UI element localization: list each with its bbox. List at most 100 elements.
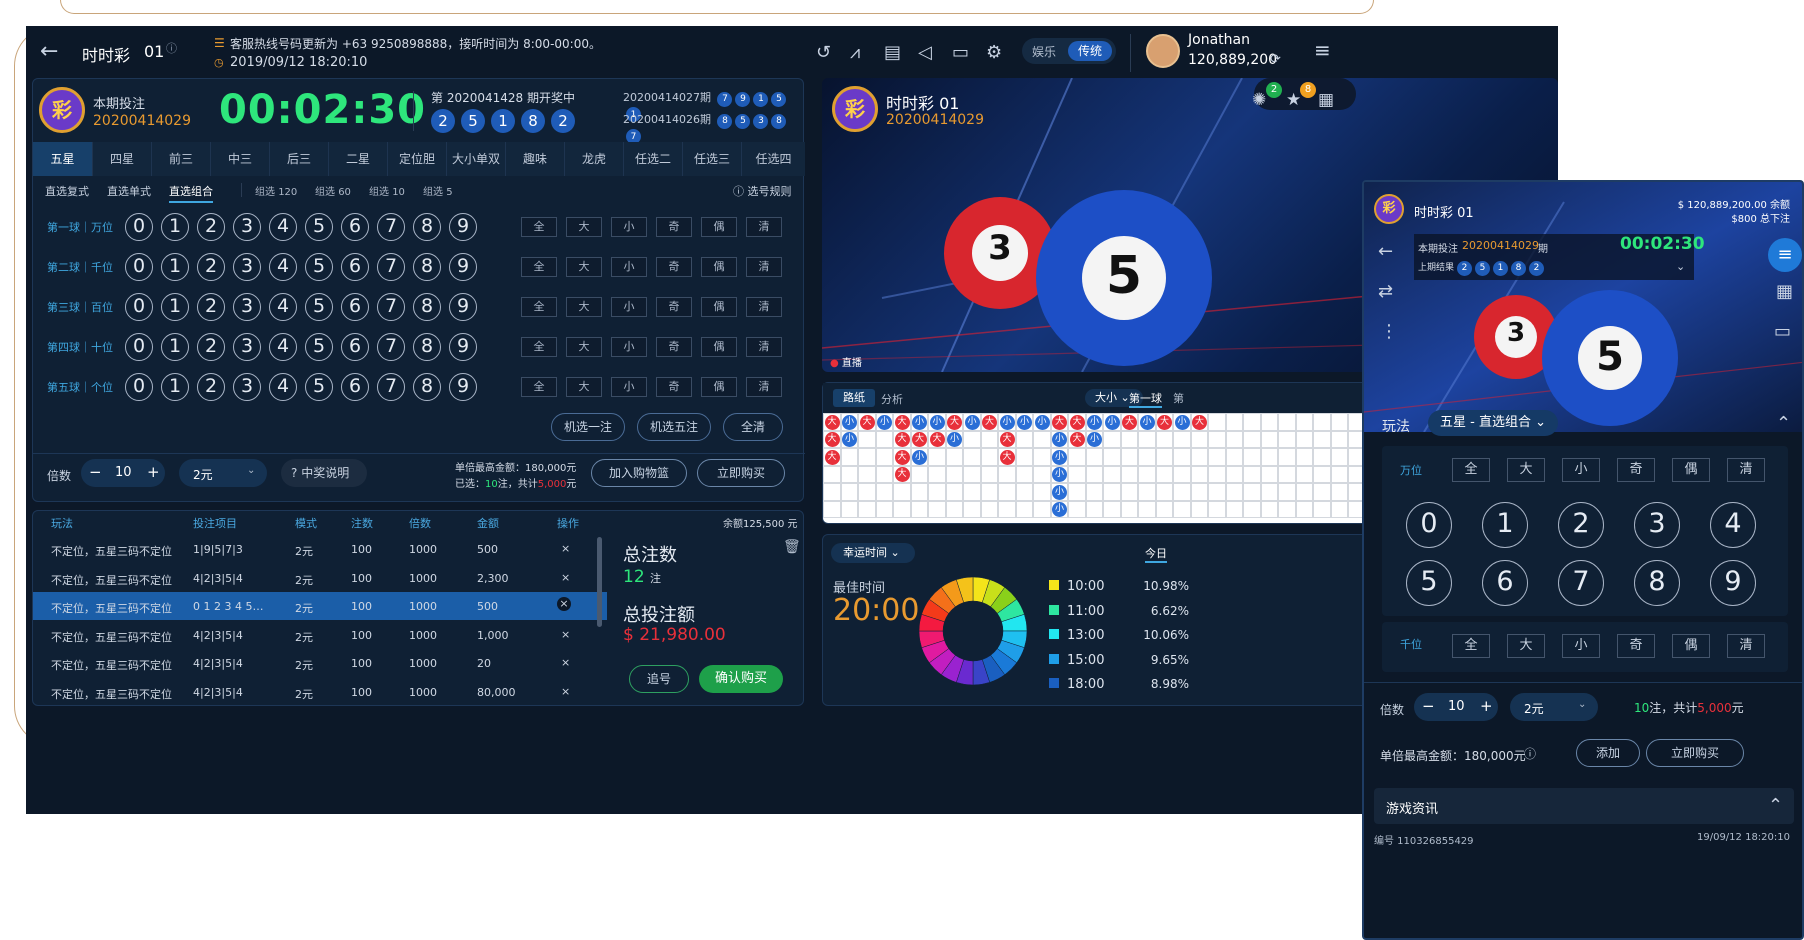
quick-select-button[interactable]: 全 — [521, 377, 557, 397]
quick-select-button[interactable]: 大 — [566, 257, 602, 277]
plus-button[interactable]: + — [147, 463, 160, 481]
add-cart-button[interactable]: 加入购物篮 — [591, 459, 687, 487]
number-ball[interactable]: 7 — [377, 373, 405, 401]
mobile-swap-icon[interactable]: ⇄ — [1378, 282, 1393, 302]
number-ball[interactable]: 0 — [125, 293, 153, 321]
table-scrollbar[interactable] — [597, 537, 602, 627]
mobile-number-ball[interactable]: 2 — [1558, 502, 1604, 548]
mobile-quick-button[interactable]: 小 — [1562, 458, 1600, 482]
number-ball[interactable]: 9 — [449, 293, 477, 321]
delete-row-icon[interactable]: × — [561, 656, 570, 669]
mobile-more-icon[interactable]: ⋮ — [1380, 322, 1398, 342]
delete-row-icon[interactable]: × — [561, 685, 570, 698]
mobile-add-button[interactable]: 添加 — [1576, 739, 1640, 767]
menu-icon[interactable]: ≡ — [1314, 40, 1331, 60]
rules-link[interactable]: ⓘ 选号规则 — [733, 183, 792, 199]
mobile-multiplier-input[interactable]: 10 — [1448, 699, 1465, 714]
roadmap-ball-tab[interactable]: 第一球 — [1129, 390, 1162, 408]
number-ball[interactable]: 5 — [305, 373, 333, 401]
mobile-number-ball[interactable]: 7 — [1558, 560, 1604, 606]
random-five-button[interactable]: 机选五注 — [637, 413, 711, 441]
number-ball[interactable]: 6 — [341, 253, 369, 281]
random-one-button[interactable]: 机选一注 — [551, 413, 625, 441]
lucky-time-select[interactable]: 幸运时间 ⌄ — [831, 543, 915, 563]
mobile-info-bar[interactable]: 游戏资讯 ⌃ — [1374, 788, 1794, 824]
table-row[interactable]: 不定位，五星三码不定位 0 1 2 3 4 5… 2元 100 1000 500 × — [33, 592, 607, 621]
delete-row-icon[interactable]: × — [557, 597, 571, 612]
number-ball[interactable]: 9 — [449, 213, 477, 241]
tab-five-star[interactable]: 五星 — [33, 142, 93, 176]
quick-select-button[interactable]: 奇 — [656, 337, 692, 357]
number-ball[interactable]: 6 — [341, 293, 369, 321]
number-ball[interactable]: 1 — [161, 293, 189, 321]
roadmap-ball-tab[interactable]: 第 — [1173, 390, 1184, 406]
mobile-quick-button[interactable]: 清 — [1727, 634, 1765, 658]
quick-select-button[interactable]: 小 — [611, 257, 647, 277]
quick-select-button[interactable]: 清 — [746, 297, 782, 317]
number-ball[interactable]: 7 — [377, 213, 405, 241]
number-ball[interactable]: 2 — [197, 213, 225, 241]
subtab-combo[interactable]: 直选组合 — [169, 183, 213, 203]
delete-row-icon[interactable]: × — [561, 571, 570, 584]
number-ball[interactable]: 5 — [305, 213, 333, 241]
mobile-quick-button[interactable]: 全 — [1452, 634, 1490, 658]
number-ball[interactable]: 5 — [305, 293, 333, 321]
mode-option-trad[interactable]: 传统 — [1068, 41, 1112, 61]
number-ball[interactable]: 1 — [161, 213, 189, 241]
mobile-plus-button[interactable]: + — [1480, 697, 1493, 715]
number-ball[interactable]: 4 — [269, 213, 297, 241]
gear-icon[interactable]: ⚙ — [986, 43, 1002, 63]
unit-select[interactable]: 2元 ⌄ — [179, 459, 267, 487]
number-ball[interactable]: 3 — [233, 213, 261, 241]
number-ball[interactable]: 5 — [305, 333, 333, 361]
quick-select-button[interactable]: 偶 — [701, 217, 737, 237]
mobile-quick-button[interactable]: 小 — [1562, 634, 1600, 658]
table-row[interactable]: 不定位，五星三码不定位 4|2|3|5|4 2元 100 1000 80,000 × — [33, 678, 607, 706]
subtab-multi[interactable]: 直选复式 — [45, 183, 89, 199]
quick-select-button[interactable]: 清 — [746, 377, 782, 397]
table-row[interactable]: 不定位，五星三码不定位 1|9|5|7|3 2元 100 1000 500 × — [33, 535, 607, 563]
help-icon[interactable]: ⓘ — [1524, 745, 1536, 762]
mobile-menu-icon[interactable]: ≡ — [1768, 238, 1802, 272]
quick-select-button[interactable]: 奇 — [656, 297, 692, 317]
number-ball[interactable]: 2 — [197, 333, 225, 361]
number-ball[interactable]: 9 — [449, 333, 477, 361]
quick-select-button[interactable]: 大 — [566, 377, 602, 397]
mobile-number-ball[interactable]: 0 — [1406, 502, 1452, 548]
quick-select-button[interactable]: 偶 — [701, 297, 737, 317]
quick-select-button[interactable]: 偶 — [701, 257, 737, 277]
number-ball[interactable]: 0 — [125, 253, 153, 281]
today-tab[interactable]: 今日 — [1145, 545, 1167, 563]
back-arrow-icon[interactable]: ← — [40, 41, 58, 63]
mobile-video[interactable]: 3 5 彩 时时彩 01 $ 120,889,200.00 余额 $800 总下… — [1364, 182, 1802, 432]
number-ball[interactable]: 4 — [269, 373, 297, 401]
mobile-number-ball[interactable]: 1 — [1482, 502, 1528, 548]
avatar[interactable] — [1146, 34, 1180, 68]
quick-select-button[interactable]: 大 — [566, 217, 602, 237]
number-ball[interactable]: 8 — [413, 373, 441, 401]
mobile-number-ball[interactable]: 9 — [1710, 560, 1756, 606]
tab-two-star[interactable]: 二星 — [329, 142, 388, 176]
receipt-icon[interactable]: ▤ — [884, 43, 901, 63]
tab-big-small[interactable]: 大小单双 — [447, 142, 506, 176]
mobile-quick-button[interactable]: 偶 — [1672, 634, 1710, 658]
roadmap-tab-analysis[interactable]: 分析 — [881, 391, 903, 407]
number-ball[interactable]: 1 — [161, 333, 189, 361]
mode-switch[interactable]: 娱乐 传统 — [1022, 38, 1116, 64]
quick-select-button[interactable]: 小 — [611, 297, 647, 317]
mobile-quick-button[interactable]: 大 — [1507, 634, 1545, 658]
delete-row-icon[interactable]: × — [561, 628, 570, 641]
number-ball[interactable]: 4 — [269, 293, 297, 321]
mobile-video-icon[interactable]: ▭ — [1774, 322, 1791, 342]
quick-select-button[interactable]: 奇 — [656, 257, 692, 277]
number-ball[interactable]: 7 — [377, 293, 405, 321]
quick-select-button[interactable]: 小 — [611, 217, 647, 237]
table-row[interactable]: 不定位，五星三码不定位 4|2|3|5|4 2元 100 1000 20 × — [33, 649, 607, 677]
number-ball[interactable]: 9 — [449, 253, 477, 281]
number-ball[interactable]: 4 — [269, 333, 297, 361]
mobile-number-ball[interactable]: 3 — [1634, 502, 1680, 548]
mobile-play-select[interactable]: 五星 - 直选组合 ⌄ — [1428, 410, 1558, 436]
number-ball[interactable]: 2 — [197, 293, 225, 321]
speaker-icon[interactable]: ◁ — [918, 43, 932, 63]
number-ball[interactable]: 0 — [125, 333, 153, 361]
